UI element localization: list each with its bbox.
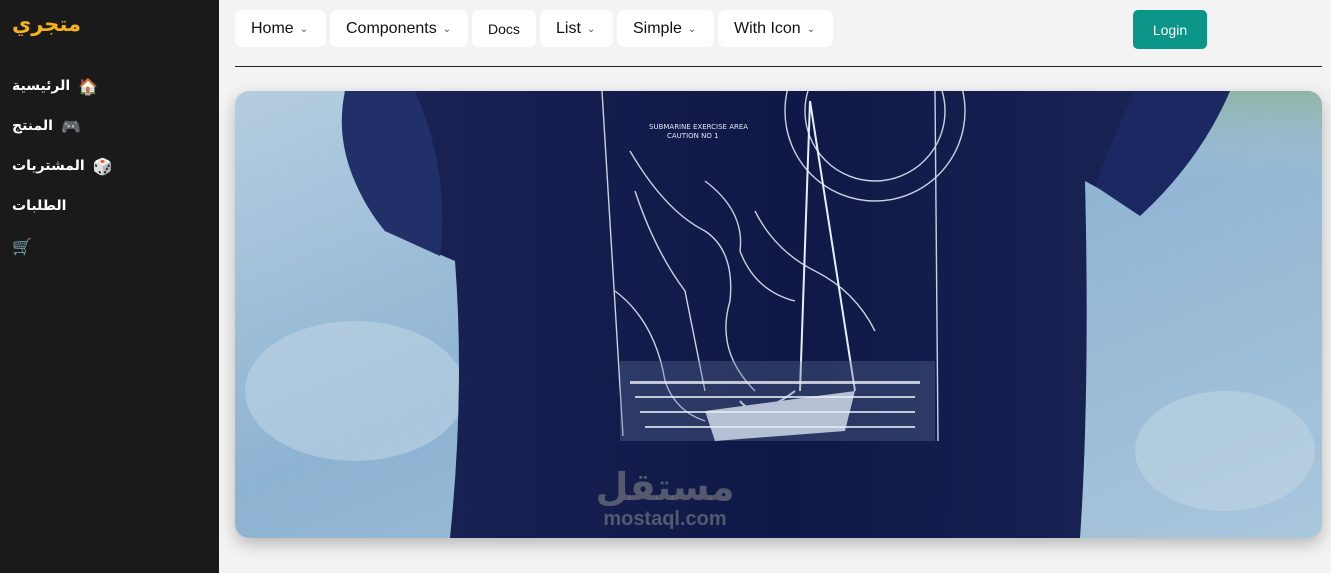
sidebar-item-purchases[interactable]: المشتريات 🎲 bbox=[12, 146, 113, 186]
sidebar-item-label: الرئيسية bbox=[12, 78, 71, 94]
dice-icon: 🎲 bbox=[92, 156, 113, 176]
header-divider bbox=[235, 66, 1322, 67]
svg-text:SUBMARINE EXERCISE AREA: SUBMARINE EXERCISE AREA bbox=[649, 123, 748, 131]
top-nav: Home ⌄ Components ⌄ Docs List ⌄ Simple ⌄… bbox=[235, 10, 833, 47]
nav-simple-label: Simple bbox=[633, 19, 682, 37]
nav-docs-label: Docs bbox=[488, 20, 520, 37]
svg-text:CAUTION NO 1: CAUTION NO 1 bbox=[667, 132, 719, 140]
nav-list-button[interactable]: List ⌄ bbox=[540, 10, 613, 47]
sidebar-item-label: المشتريات bbox=[12, 158, 85, 174]
sidebar-item-label: المنتج bbox=[12, 118, 53, 134]
cart-icon: 🛒 bbox=[12, 236, 32, 256]
tshirt-photo: SUBMARINE EXERCISE AREA CAUTION NO 1 bbox=[235, 91, 1322, 538]
nav-components-button[interactable]: Components ⌄ bbox=[330, 10, 468, 47]
brand-logo[interactable]: متجري bbox=[12, 12, 81, 36]
nav-list-label: List bbox=[556, 19, 581, 37]
sidebar-menu: الرئيسية 🏠 المنتج 🎮 المشتريات 🎲 الطلبات … bbox=[12, 66, 113, 266]
sidebar-item-product[interactable]: المنتج 🎮 bbox=[12, 106, 111, 146]
chevron-down-icon: ⌄ bbox=[687, 24, 697, 35]
sidebar: متجري الرئيسية 🏠 المنتج 🎮 المشتريات 🎲 ال… bbox=[0, 0, 219, 573]
login-button[interactable]: Login bbox=[1133, 10, 1207, 49]
sidebar-item-cart[interactable]: 🛒 bbox=[12, 226, 111, 266]
nav-with-icon-button[interactable]: With Icon ⌄ bbox=[718, 10, 833, 47]
gamepad-icon: 🎮 bbox=[60, 116, 81, 136]
house-icon: 🏠 bbox=[78, 76, 99, 96]
nav-docs-button[interactable]: Docs bbox=[472, 10, 536, 47]
chevron-down-icon: ⌄ bbox=[442, 24, 452, 35]
hero-image: SUBMARINE EXERCISE AREA CAUTION NO 1 bbox=[235, 91, 1322, 538]
nav-home-button[interactable]: Home ⌄ bbox=[235, 10, 326, 47]
sidebar-item-label: الطلبات bbox=[12, 198, 67, 214]
nav-components-label: Components bbox=[346, 19, 437, 37]
sidebar-item-orders[interactable]: الطلبات bbox=[12, 186, 111, 226]
chevron-down-icon: ⌄ bbox=[806, 24, 816, 35]
sidebar-item-home[interactable]: الرئيسية 🏠 bbox=[12, 66, 111, 106]
nav-with-icon-label: With Icon bbox=[734, 19, 801, 37]
nav-home-label: Home bbox=[251, 19, 294, 37]
nav-simple-button[interactable]: Simple ⌄ bbox=[617, 10, 714, 47]
chevron-down-icon: ⌄ bbox=[586, 24, 596, 35]
chevron-down-icon: ⌄ bbox=[299, 24, 309, 35]
